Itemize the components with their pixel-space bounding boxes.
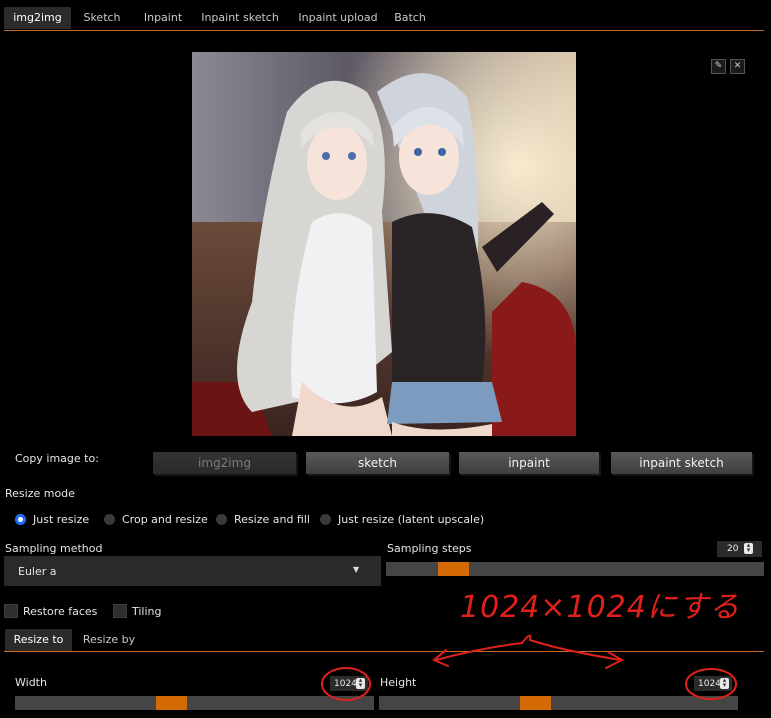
- annotation-arrow: [435, 634, 621, 661]
- annotation-circle-height: [685, 668, 737, 700]
- annotation-circle-width: [321, 667, 371, 701]
- annotation-overlay: [321, 634, 737, 701]
